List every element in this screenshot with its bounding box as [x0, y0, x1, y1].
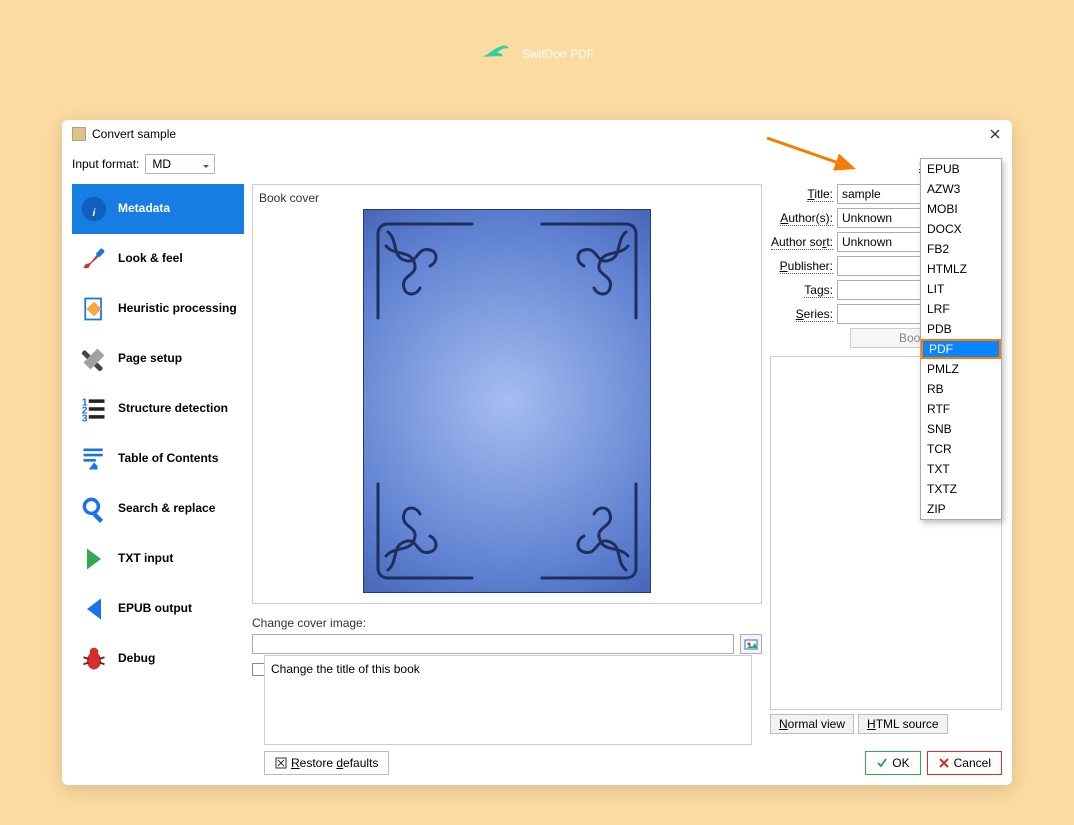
- check-icon: [876, 757, 888, 769]
- sidebar-item-debug[interactable]: Debug: [72, 634, 244, 684]
- sidebar-item-label: Structure detection: [118, 402, 228, 415]
- dropdown-item-rb[interactable]: RB: [921, 379, 1001, 399]
- list-numbers-icon: 123: [78, 393, 110, 425]
- input-format-label: Input format:: [72, 157, 139, 171]
- dropdown-item-pmlz[interactable]: PMLZ: [921, 359, 1001, 379]
- close-icon: [990, 129, 1000, 139]
- sidebar-item-label: EPUB output: [118, 602, 192, 615]
- sidebar: i Metadata Look & feel Heuristic process…: [72, 184, 252, 734]
- change-cover-input[interactable]: [252, 634, 734, 654]
- sidebar-item-toc[interactable]: Table of Contents: [72, 434, 244, 484]
- dropdown-item-zip[interactable]: ZIP: [921, 499, 1001, 519]
- author-sort-label: Author sort:: [770, 235, 833, 249]
- series-label: Series:: [770, 307, 833, 321]
- sidebar-item-search-replace[interactable]: Search & replace: [72, 484, 244, 534]
- tools-icon: [78, 343, 110, 375]
- dropdown-item-azw3[interactable]: AZW3: [921, 179, 1001, 199]
- dropdown-item-txt[interactable]: TXT: [921, 459, 1001, 479]
- arrow-left-icon: [78, 593, 110, 625]
- dropdown-item-epub[interactable]: EPUB: [921, 159, 1001, 179]
- output-format-dropdown[interactable]: EPUBAZW3MOBIDOCXFB2HTMLZLITLRFPDBPDFPMLZ…: [920, 158, 1002, 520]
- dropdown-item-mobi[interactable]: MOBI: [921, 199, 1001, 219]
- sidebar-item-label: Search & replace: [118, 502, 215, 515]
- sidebar-item-heuristic[interactable]: Heuristic processing: [72, 284, 244, 334]
- watermark-text: SwifDoo PDF: [522, 47, 594, 61]
- tags-label: Tags:: [770, 283, 833, 297]
- brush-icon: [78, 243, 110, 275]
- tab-normal-view[interactable]: Normal view: [770, 714, 854, 734]
- dropdown-item-fb2[interactable]: FB2: [921, 239, 1001, 259]
- book-cover-image: [363, 209, 651, 593]
- sidebar-item-label: Debug: [118, 652, 155, 665]
- topbar: Input format: MD Output format:: [62, 148, 1012, 184]
- sidebar-item-label: Page setup: [118, 352, 182, 365]
- dialog-window: Convert sample Input format: MD Output f…: [62, 120, 1012, 785]
- dropdown-item-docx[interactable]: DOCX: [921, 219, 1001, 239]
- tab-html-source[interactable]: HTML source: [858, 714, 948, 734]
- dropdown-item-snb[interactable]: SNB: [921, 419, 1001, 439]
- sidebar-item-epub-output[interactable]: EPUB output: [72, 584, 244, 634]
- watermark: SwifDoo PDF: [480, 38, 594, 70]
- svg-text:3: 3: [82, 412, 88, 423]
- footer: Restore defaults OK Cancel: [72, 751, 1002, 775]
- cancel-button[interactable]: Cancel: [927, 751, 1002, 775]
- x-icon: [938, 757, 950, 769]
- ok-button[interactable]: OK: [865, 751, 920, 775]
- dropdown-item-tcr[interactable]: TCR: [921, 439, 1001, 459]
- publisher-label: Publisher:: [770, 259, 833, 273]
- book-cover-fieldset: Book cover: [252, 184, 762, 604]
- toc-icon: [78, 443, 110, 475]
- reset-icon: [275, 757, 287, 769]
- comments-tabs: Normal view HTML source: [770, 714, 1002, 734]
- info-icon: i: [78, 193, 110, 225]
- dropdown-item-pdb[interactable]: PDB: [921, 319, 1001, 339]
- sidebar-item-label: Look & feel: [118, 252, 183, 265]
- dropdown-item-lrf[interactable]: LRF: [921, 299, 1001, 319]
- authors-label: Author(s):: [770, 211, 833, 225]
- input-format-select[interactable]: MD: [145, 154, 215, 174]
- window-title: Convert sample: [92, 127, 988, 141]
- cover-ornament-icon: [370, 216, 480, 326]
- dropdown-item-txtz[interactable]: TXTZ: [921, 479, 1001, 499]
- restore-defaults-button[interactable]: Restore defaults: [264, 751, 389, 775]
- input-format-value: MD: [152, 157, 171, 171]
- chevron-down-icon: [202, 160, 210, 168]
- sidebar-item-txt-input[interactable]: TXT input: [72, 534, 244, 584]
- help-text: Change the title of this book: [271, 662, 420, 676]
- browse-button[interactable]: [740, 634, 762, 654]
- swifdoo-icon: [480, 38, 512, 70]
- sidebar-item-label: Heuristic processing: [118, 302, 237, 315]
- titlebar: Convert sample: [62, 120, 1012, 148]
- book-cover-label: Book cover: [259, 191, 755, 205]
- cover-ornament-icon: [370, 476, 480, 586]
- app-icon: [72, 127, 86, 141]
- cover-ornament-icon: [534, 476, 644, 586]
- bug-icon: [78, 643, 110, 675]
- close-button[interactable]: [988, 127, 1002, 141]
- title-label: Title:: [770, 187, 833, 201]
- folder-image-icon: [744, 637, 758, 651]
- sidebar-item-metadata[interactable]: i Metadata: [72, 184, 244, 234]
- document-wand-icon: [78, 293, 110, 325]
- sidebar-item-label: Table of Contents: [118, 452, 218, 465]
- dropdown-item-lit[interactable]: LIT: [921, 279, 1001, 299]
- sidebar-item-look-feel[interactable]: Look & feel: [72, 234, 244, 284]
- cover-ornament-icon: [534, 216, 644, 326]
- sidebar-item-page-setup[interactable]: Page setup: [72, 334, 244, 384]
- sidebar-item-label: Metadata: [118, 202, 170, 215]
- center-panel: Book cover Change cover image:: [252, 184, 762, 734]
- sidebar-item-structure[interactable]: 123 Structure detection: [72, 384, 244, 434]
- dropdown-item-rtf[interactable]: RTF: [921, 399, 1001, 419]
- search-icon: [78, 493, 110, 525]
- change-cover-label: Change cover image:: [252, 616, 762, 630]
- dropdown-item-pdf[interactable]: PDF: [921, 339, 1001, 359]
- arrow-right-icon: [78, 543, 110, 575]
- sidebar-item-label: TXT input: [118, 552, 173, 565]
- help-text-box: Change the title of this book: [264, 655, 752, 745]
- dropdown-item-htmlz[interactable]: HTMLZ: [921, 259, 1001, 279]
